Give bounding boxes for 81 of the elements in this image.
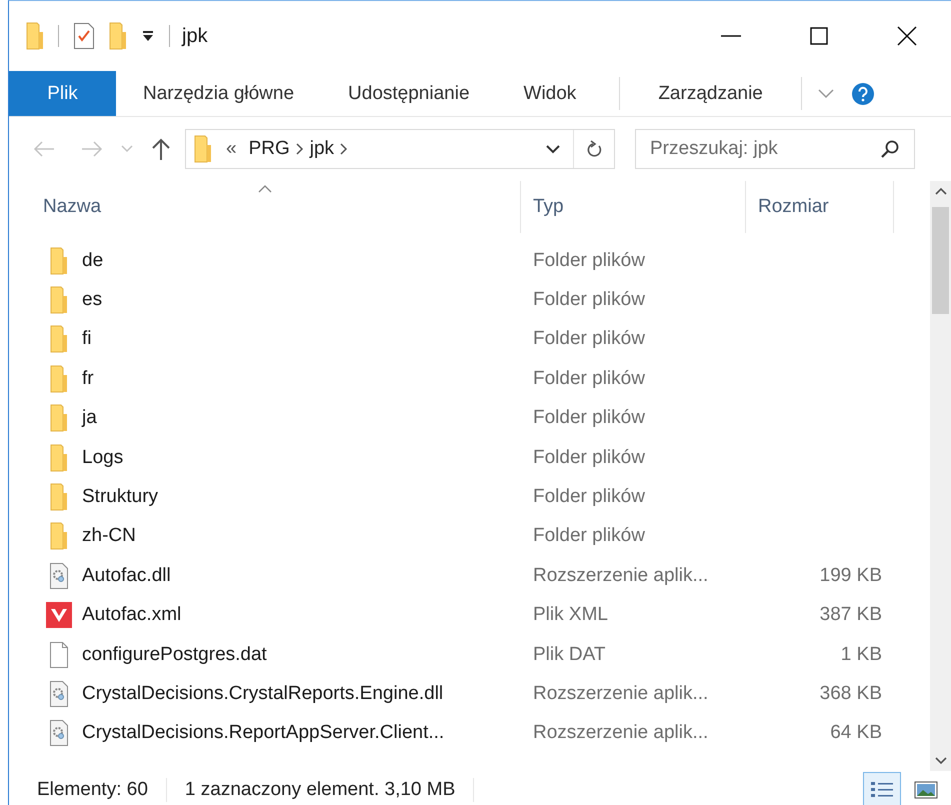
file-type: Plik XML [532,604,609,626]
details-view-icon [870,780,894,800]
picture-icon [914,780,938,800]
file-tab[interactable]: Plik [9,71,116,116]
folder-icon [50,444,68,472]
file-icon [49,642,69,668]
file-name[interactable]: Autofac.dll [82,564,171,587]
folder-icon [50,404,68,432]
ribbon-tab[interactable]: Zarządzanie [636,71,785,116]
file-type: Rozszerzenie aplik... [532,682,710,705]
file-size: 368 KB [818,682,883,705]
file-size: 64 KB [829,722,883,744]
file-type: Folder plików [532,368,646,390]
file-type: Folder plików [532,407,646,430]
name-column-header[interactable]: Nazwa [9,181,521,233]
search-field[interactable]: Przeszukaj: jpk [635,129,915,169]
up-arrow-icon[interactable] [151,138,171,160]
file-name[interactable]: fi [82,328,92,350]
window-title: jpk [182,24,208,48]
sort-ascending-icon [258,185,272,193]
file-size: 387 KB [818,604,883,626]
ribbon-tab[interactable]: Udostępnianie [321,71,497,116]
gear-file-icon [49,680,69,707]
file-type: Rozszerzenie aplik... [532,564,710,587]
folder-icon [50,364,68,393]
file-type: Folder plików [532,446,646,469]
gear-file-icon [49,720,69,746]
scrollbar-thumb[interactable] [932,207,949,314]
folder-icon [50,325,68,354]
file-name[interactable]: fr [82,368,94,390]
folder-icon [50,246,68,275]
folder-icon [194,135,212,163]
chevron-right-icon[interactable] [296,143,304,155]
details-view-button[interactable] [863,772,901,805]
type-column-header[interactable]: Typ [521,181,746,233]
size-column-header[interactable]: Rozmiar [746,181,894,233]
scroll-up-icon[interactable] [934,187,946,195]
file-type: Folder plików [532,289,646,312]
file-size: 1 KB [840,644,883,666]
file-size: 199 KB [818,564,883,587]
maximize-icon [810,27,828,45]
file-name[interactable]: zh-CN [82,525,136,548]
file-type: Plik DAT [532,644,606,666]
file-type: Folder plików [532,525,646,548]
file-name[interactable]: ja [82,407,97,430]
refresh-icon[interactable] [586,140,602,158]
file-name[interactable]: Struktury [82,486,158,508]
folder-icon [50,522,68,550]
help-icon[interactable] [852,82,874,104]
chevron-down-icon[interactable] [546,144,560,154]
breadcrumb-item[interactable]: jpk [304,138,340,160]
file-type: Folder plików [532,486,646,508]
file-name[interactable]: Autofac.xml [82,604,182,626]
close-icon [897,26,917,46]
folder-icon [50,286,68,314]
chevron-right-icon[interactable] [340,143,348,155]
file-name[interactable]: CrystalDecisions.ReportAppServer.Client... [82,722,444,744]
checklist-icon[interactable] [73,22,95,50]
v-logo-icon [46,602,72,628]
dropdown-icon[interactable] [141,29,155,43]
gear-file-icon [49,562,69,589]
file-type: Folder plików [532,328,646,350]
ribbon-tab[interactable]: Narzędzia główne [116,71,322,116]
item-count: Elementy: 60 [37,779,148,801]
minimize-icon [721,35,741,37]
breadcrumb-overflow[interactable]: « [220,138,243,160]
address-bar[interactable]: « PRG jpk [185,129,615,169]
scroll-down-icon[interactable] [934,757,946,765]
search-icon[interactable] [881,140,899,158]
file-name[interactable]: de [82,250,104,272]
file-name[interactable]: Logs [82,446,124,469]
file-name[interactable]: configurePostgres.dat [82,644,267,666]
file-name[interactable]: es [82,289,102,312]
scrollbar[interactable] [930,181,951,771]
file-name[interactable]: CrystalDecisions.CrystalReports.Engine.dll [82,682,444,705]
breadcrumb-item[interactable]: PRG [242,138,296,160]
folder-icon [50,483,68,512]
selection-info: 1 zaznaczony element. 3,10 MB [184,779,456,801]
file-type: Rozszerzenie aplik... [532,722,710,744]
ribbon-tab[interactable]: Widok [496,71,604,116]
file-type: Folder plików [532,250,646,272]
